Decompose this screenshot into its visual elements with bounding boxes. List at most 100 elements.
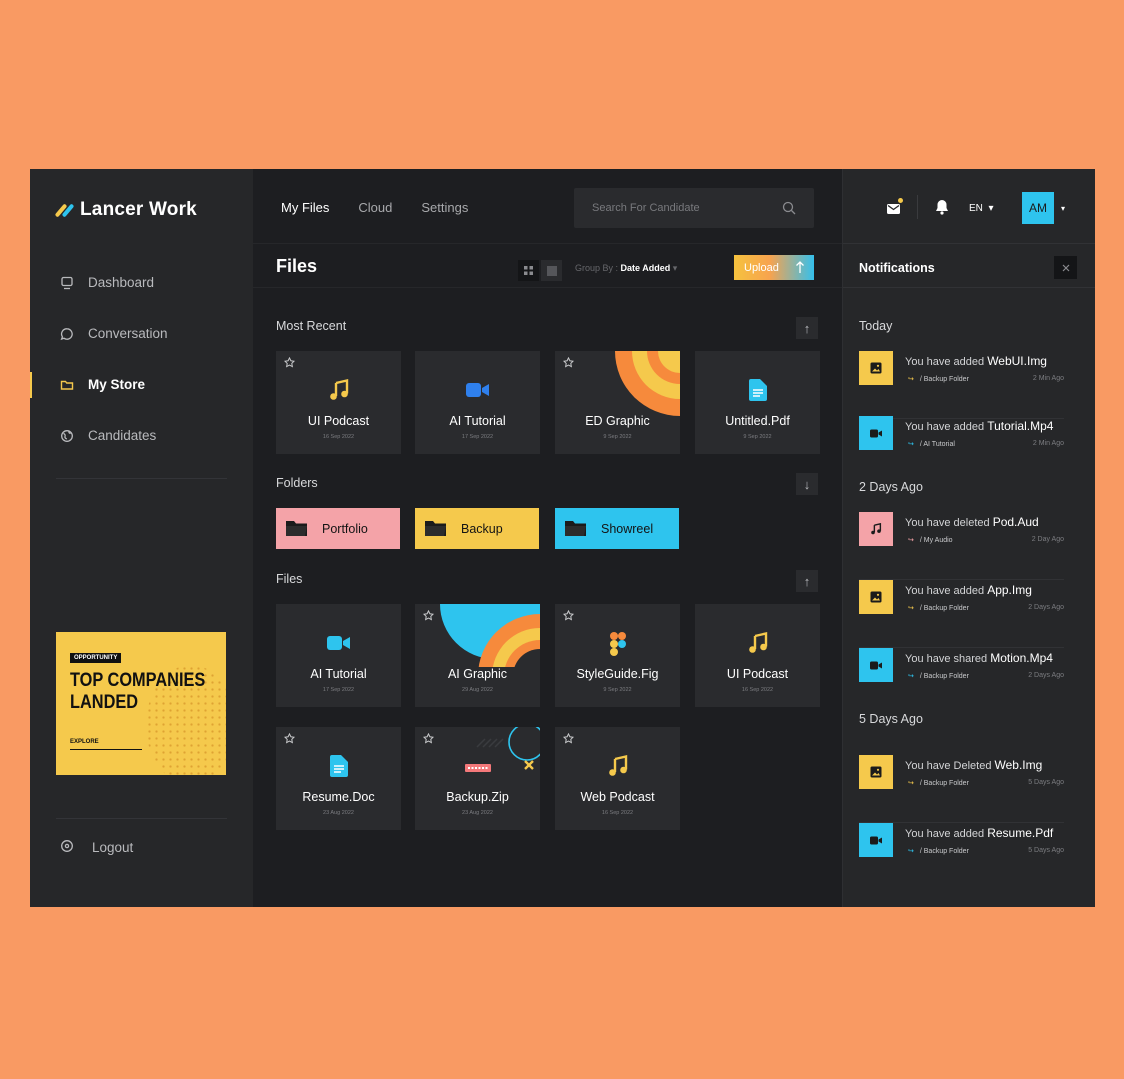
- notification-file: Pod.Aud: [992, 515, 1039, 529]
- list-view-button[interactable]: [541, 260, 562, 281]
- file-name: StyleGuide.Fig: [576, 667, 659, 681]
- search-icon[interactable]: [782, 201, 796, 218]
- notifications-title: Notifications: [859, 261, 935, 275]
- notification-text: You have added: [905, 828, 985, 840]
- section-label-most-recent: Most Recent: [276, 319, 347, 333]
- file-card[interactable]: UI Podcast 16 Sep 2022: [695, 604, 820, 707]
- brand-logo[interactable]: Lancer Work: [54, 199, 197, 221]
- upload-button[interactable]: Upload: [734, 255, 814, 280]
- notification-item[interactable]: You have deleted Pod.Aud ↪ / My Audio 2 D…: [859, 512, 1064, 580]
- logo-icon: [54, 203, 75, 218]
- document-icon: [748, 379, 767, 401]
- notification-item[interactable]: You have added App.Img ↪ / Backup Folder …: [859, 580, 1064, 648]
- folder-card[interactable]: Backup: [415, 508, 539, 549]
- notification-time: 2 Days Ago: [1028, 604, 1064, 611]
- grid-view-button[interactable]: [518, 260, 539, 281]
- sidebar-item-candidates[interactable]: Candidates: [30, 410, 253, 461]
- promo-title-line: LANDED: [70, 692, 139, 713]
- file-date: 29 Aug 2022: [462, 687, 493, 693]
- folder-card[interactable]: Portfolio: [276, 508, 400, 549]
- group-by-dropdown[interactable]: Group By : Date Added ▾: [575, 263, 677, 274]
- video-icon: [465, 383, 489, 397]
- star-icon[interactable]: [284, 357, 295, 368]
- chevron-down-icon[interactable]: ▾: [1061, 204, 1065, 213]
- tab-settings[interactable]: Settings: [421, 200, 468, 215]
- notifications-panel: EN ▾ AM ▾ Notifications Today You have a…: [842, 169, 1095, 907]
- sort-button[interactable]: ↓: [796, 473, 818, 495]
- logout-label: Logout: [92, 840, 134, 855]
- file-name: UI Podcast: [307, 414, 370, 428]
- file-card[interactable]: AI Tutorial 17 Sep 2022: [276, 604, 401, 707]
- notification-item[interactable]: You have Deleted Web.Img ↪ / Backup Folde…: [859, 755, 1064, 823]
- mail-icon[interactable]: [887, 201, 900, 219]
- globe-icon: [60, 429, 74, 443]
- main-content: My Files Cloud Settings Search For Candi…: [253, 169, 842, 907]
- promo-explore-link[interactable]: EXPLORE: [70, 739, 99, 745]
- files-header: Files Group By : Date Added ▾ Upload: [253, 244, 842, 288]
- file-card[interactable]: StyleGuide.Fig 9 Sep 2022: [555, 604, 680, 707]
- notification-item[interactable]: You have added Tutorial.Mp4 ↪ / AI Tutori…: [859, 416, 1064, 484]
- file-card[interactable]: Backup.Zip 23 Aug 2022: [415, 727, 540, 830]
- file-card[interactable]: ED Graphic 9 Sep 2022: [555, 351, 680, 454]
- sidebar-item-my-store[interactable]: My Store: [30, 359, 253, 410]
- arrow-right-icon: ↪: [908, 673, 914, 680]
- notification-text: You have deleted: [905, 517, 990, 529]
- notification-item[interactable]: You have shared Motion.Mp4 ↪ / Backup Fol…: [859, 648, 1064, 716]
- image-icon: [859, 351, 893, 385]
- promo-badge: OPPORTUNITY: [70, 653, 122, 663]
- notification-time: 2 Min Ago: [1032, 440, 1064, 447]
- notification-file: Resume.Pdf: [987, 826, 1054, 840]
- star-icon[interactable]: [563, 357, 574, 368]
- star-icon[interactable]: [563, 733, 574, 744]
- file-card[interactable]: Untitled.Pdf 9 Sep 2022: [695, 351, 820, 454]
- logout-icon: [60, 839, 74, 856]
- notification-item[interactable]: You have added Resume.Pdf ↪ / Backup Fold…: [859, 823, 1064, 891]
- tab-cloud[interactable]: Cloud: [358, 200, 392, 215]
- language-selector[interactable]: EN ▾: [969, 203, 994, 214]
- arrow-right-icon: ↪: [908, 441, 914, 448]
- star-icon[interactable]: [563, 610, 574, 621]
- search-input[interactable]: Search For Candidate: [574, 188, 814, 228]
- file-card[interactable]: AI Graphic 29 Aug 2022: [415, 604, 540, 707]
- image-icon: [859, 580, 893, 614]
- sidebar-item-dashboard[interactable]: Dashboard: [30, 257, 253, 308]
- tab-my-files[interactable]: My Files: [281, 200, 329, 215]
- file-name: AI Tutorial: [310, 667, 367, 681]
- star-icon[interactable]: [284, 733, 295, 744]
- sidebar-nav: Dashboard Conversation My Store Candidat…: [30, 257, 253, 461]
- app-window: Lancer Work Dashboard Conversation My St…: [30, 169, 1095, 907]
- file-name: Resume.Doc: [302, 790, 375, 804]
- notification-file: Web.Img: [994, 758, 1043, 772]
- folder-name: Backup: [461, 521, 503, 536]
- star-icon[interactable]: [423, 733, 434, 744]
- logout-button[interactable]: Logout: [60, 839, 133, 856]
- folder-card[interactable]: Showreel: [555, 508, 679, 549]
- group-by-value: Date Added: [620, 263, 671, 273]
- unread-dot: [898, 198, 903, 203]
- close-button[interactable]: [1054, 256, 1077, 279]
- folder-name: Showreel: [601, 521, 654, 536]
- star-icon[interactable]: [423, 610, 434, 621]
- sidebar-item-conversation[interactable]: Conversation: [30, 308, 253, 359]
- notification-item[interactable]: You have added WebUI.Img ↪ / Backup Folde…: [859, 351, 1064, 419]
- folder-icon: [286, 521, 307, 536]
- file-card[interactable]: UI Podcast 16 Sep 2022: [276, 351, 401, 454]
- bell-icon[interactable]: [935, 199, 949, 220]
- sort-button[interactable]: ↑: [796, 570, 818, 592]
- file-card[interactable]: AI Tutorial 17 Sep 2022: [415, 351, 540, 454]
- file-card[interactable]: Web Podcast 16 Sep 2022: [555, 727, 680, 830]
- file-card[interactable]: Resume.Doc 23 Aug 2022: [276, 727, 401, 830]
- arrow-up-icon: ↑: [803, 573, 811, 589]
- arrow-right-icon: ↪: [908, 605, 914, 612]
- notification-file: Motion.Mp4: [990, 651, 1053, 665]
- folder-icon: [425, 521, 446, 536]
- tab-bar: My Files Cloud Settings: [281, 200, 468, 215]
- sort-button[interactable]: ↑: [796, 317, 818, 339]
- notification-time: 2 Days Ago: [1028, 672, 1064, 679]
- promo-underline: [70, 749, 142, 750]
- avatar[interactable]: AM: [1022, 192, 1054, 224]
- video-icon: [326, 636, 350, 650]
- notification-path: / Backup Folder: [919, 605, 969, 612]
- promo-card[interactable]: OPPORTUNITY TOP COMPANIES LANDED EXPLORE: [56, 632, 226, 775]
- video-icon: [859, 823, 893, 857]
